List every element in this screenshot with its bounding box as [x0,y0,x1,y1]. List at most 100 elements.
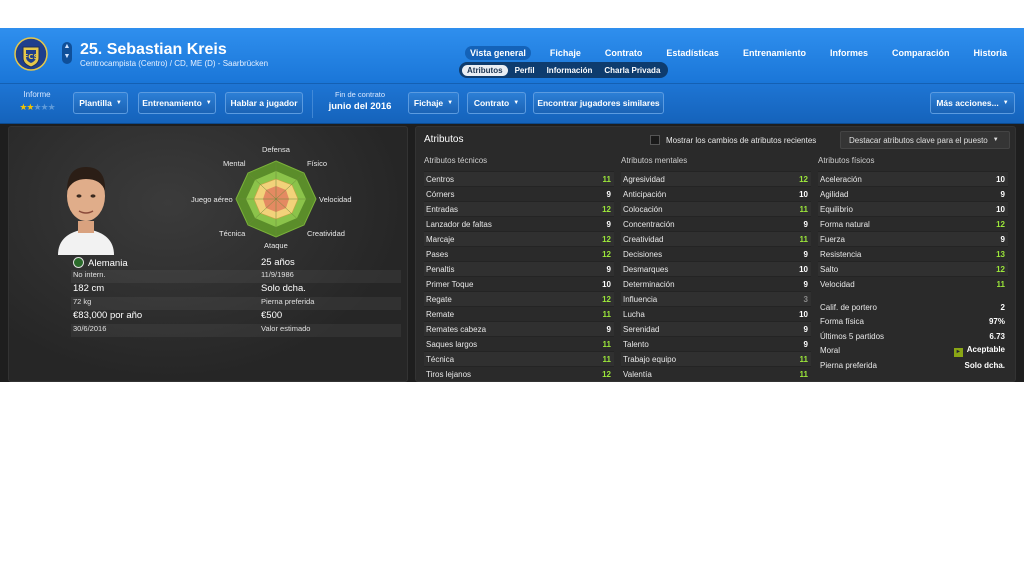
attribute-row[interactable]: Saques largos 11 [424,336,614,351]
attribute-row[interactable]: Pases 12 [424,246,614,261]
attribute-name: Agilidad [820,189,849,199]
attribute-row[interactable]: Determinación 9 [621,276,811,291]
subtab-charla-privada[interactable]: Charla Privada [599,65,665,76]
subtab-perfil[interactable]: Perfil [510,65,540,76]
attribute-value: 11 [799,354,808,364]
player-switch-arrows[interactable]: ▲ ▼ [62,42,72,64]
estimated-value-label: Valor estimado [261,324,311,333]
radar-label-ataque: Ataque [264,241,288,250]
attribute-row[interactable]: Valentía 11 [621,366,811,381]
attribute-row[interactable]: Tiros lejanos 12 [424,366,614,381]
tab-informes[interactable]: Informes [825,46,873,60]
fichaje-button[interactable]: Fichaje ▼ [408,92,459,114]
attribute-value: 9 [803,279,808,289]
scout-report[interactable]: Informe ★★★★★ [12,90,62,113]
plantilla-button[interactable]: Plantilla ▼ [73,92,128,114]
attribute-name: Remates cabeza [426,324,487,334]
attribute-row[interactable]: Velocidad 11 [818,276,1008,291]
attribute-row[interactable]: Penaltis 9 [424,261,614,276]
entrenamiento-button[interactable]: Entrenamiento ▼ [138,92,216,114]
info-row-weight: 72 kg Pierna preferida [71,297,401,310]
attribute-row[interactable]: Regate 12 [424,291,614,306]
attribute-name: Creatividad [623,234,664,244]
attribute-row[interactable]: Talento 9 [621,336,811,351]
attribute-row[interactable]: Aceleración 10 [818,171,1008,186]
attribute-row[interactable]: Entradas 12 [424,201,614,216]
attribute-value: 13 [996,249,1005,259]
attribute-row[interactable]: Salto 12 [818,261,1008,276]
attribute-row[interactable]: Trabajo equipo 11 [621,351,811,366]
attribute-row[interactable]: Influencia 3 [621,291,811,306]
attribute-row[interactable]: Agilidad 9 [818,186,1008,201]
attribute-name: Determinación [623,279,675,289]
attribute-row[interactable]: Forma natural 12 [818,216,1008,231]
stat-label: Últimos 5 partidos [820,331,885,341]
attribute-value: 12 [602,204,611,214]
attribute-name: Concentración [623,219,675,229]
attribute-row[interactable]: Lanzador de faltas 9 [424,216,614,231]
attribute-row[interactable]: Marcaje 12 [424,231,614,246]
attribute-row[interactable]: Resistencia 13 [818,246,1008,261]
physical-attributes: Atributos físicos Aceleración 10 Agilidad 9… [818,155,1008,373]
contrato-button[interactable]: Contrato ▼ [467,92,526,114]
tab-contrato[interactable]: Contrato [600,46,648,60]
nationality: Alemania [73,257,128,269]
tab-historia[interactable]: Historia [968,46,1012,60]
stat-label: Moral [820,346,841,356]
highlight-key-attributes-dropdown[interactable]: Destacar atributos clave para el puesto … [840,131,1010,149]
attribute-name: Aceleración [820,174,862,184]
attribute-row[interactable]: Anticipación 10 [621,186,811,201]
attribute-row[interactable]: Creatividad 11 [621,231,811,246]
attribute-value: 11 [602,174,611,184]
chevron-down-icon: ▼ [1002,100,1009,106]
club-crest-icon: FCS [14,37,48,71]
subtab-informacion[interactable]: Información [542,65,598,76]
attribute-name: Serenidad [623,324,660,334]
toolbar-divider [312,90,313,118]
attribute-row[interactable]: Concentración 9 [621,216,811,231]
attribute-row[interactable]: Técnica 11 [424,351,614,366]
attribute-name: Equilibrio [820,204,853,214]
similar-players-button[interactable]: Encontrar jugadores similares [533,92,664,114]
attribute-row[interactable]: Serenidad 9 [621,321,811,336]
attribute-row[interactable]: Equilibrio 10 [818,201,1008,216]
attribute-row[interactable]: Fuerza 9 [818,231,1008,246]
player-name: 25. Sebastian Kreis [80,41,227,58]
height-value: 182 cm [73,283,105,294]
attribute-row[interactable]: Desmarques 10 [621,261,811,276]
show-changes-toggle[interactable]: Mostrar los cambios de atributos recient… [650,135,816,145]
checkbox[interactable] [650,135,660,145]
tab-comparacion[interactable]: Comparación [887,46,955,60]
attribute-row[interactable]: Centros 11 [424,171,614,186]
physical-title: Atributos físicos [818,156,875,165]
age-value: 25 años [261,257,295,268]
tab-estadisticas[interactable]: Estadísticas [661,46,724,60]
chevron-down-icon: ▼ [992,137,999,143]
attribute-name: Influencia [623,294,658,304]
rating-stars-icon: ★★★★★ [19,102,55,112]
plantilla-label: Plantilla [79,98,112,108]
attribute-row[interactable]: Primer Toque 10 [424,276,614,291]
attribute-row[interactable]: Remates cabeza 9 [424,321,614,336]
tab-vista-general[interactable]: Vista general [465,46,531,60]
attribute-name: Córners [426,189,455,199]
attribute-row[interactable]: Decisiones 9 [621,246,811,261]
tab-entrenamiento[interactable]: Entrenamiento [738,46,811,60]
attributes-panel: Atributos Mostrar los cambios de atribut… [415,126,1016,382]
more-actions-button[interactable]: Más acciones... ▼ [930,92,1015,114]
player-header: FCS ▲ ▼ 25. Sebastian Kreis Centrocampist… [0,28,1024,84]
info-row-wage: €83,000 por año €500 [71,310,401,323]
attribute-row[interactable]: Córners 9 [424,186,614,201]
hablar-jugador-button[interactable]: Hablar a jugador [225,92,303,114]
attribute-row[interactable]: Agresividad 12 [621,171,811,186]
contrato-label: Contrato [473,98,510,108]
attribute-name: Técnica [426,354,455,364]
attribute-value: 9 [803,324,808,334]
tab-fichaje[interactable]: Fichaje [545,46,586,60]
attribute-value: 9 [803,219,808,229]
attribute-name: Salto [820,264,839,274]
attribute-row[interactable]: Remate 11 [424,306,614,321]
attribute-row[interactable]: Colocación 11 [621,201,811,216]
subtab-atributos[interactable]: Atributos [462,64,508,76]
attribute-row[interactable]: Lucha 10 [621,306,811,321]
